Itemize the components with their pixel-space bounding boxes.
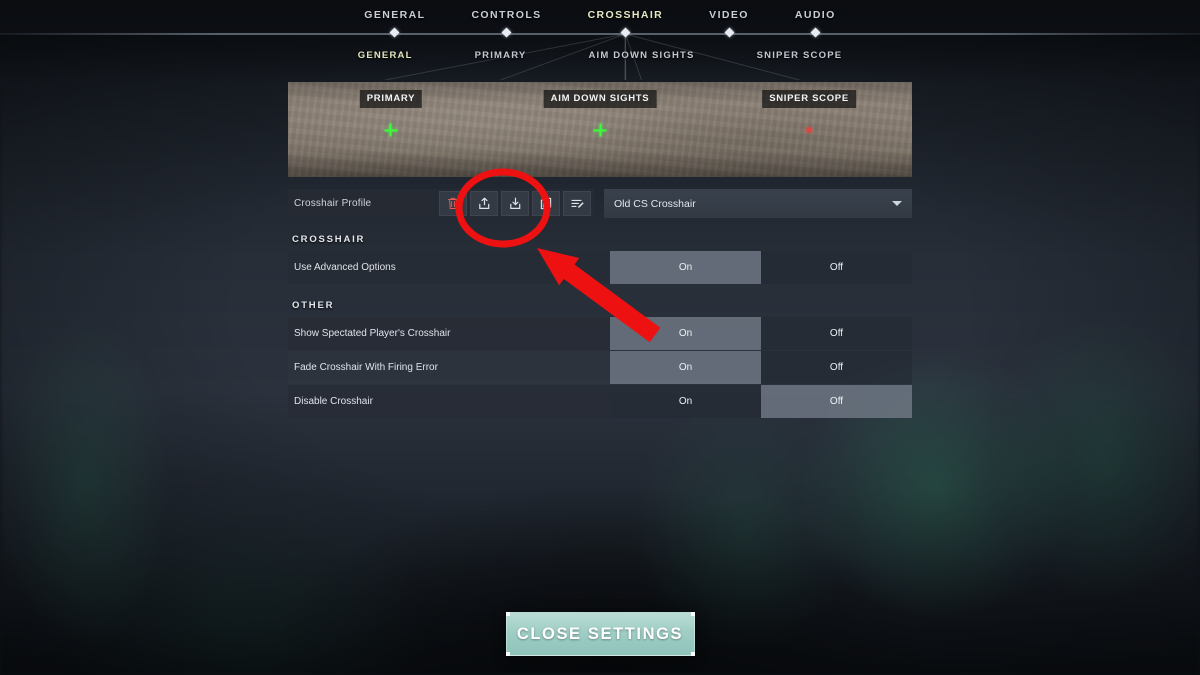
crosshair-preview-green	[384, 123, 398, 137]
profile-selected-value: Old CS Crosshair	[614, 197, 696, 210]
toggle-option-off[interactable]: Off	[761, 385, 912, 418]
setting-row: Disable Crosshair On Off	[288, 385, 912, 418]
toggle-option-on[interactable]: On	[610, 385, 761, 418]
profile-label: Crosshair Profile	[294, 198, 372, 209]
close-settings-button[interactable]: CLOSE SETTINGS	[505, 612, 695, 656]
toggle-option-off[interactable]: Off	[761, 251, 912, 284]
profile-label-and-actions: Crosshair Profile	[288, 189, 594, 218]
crosshair-preview-red-dot	[806, 127, 812, 133]
copy-icon	[540, 197, 552, 210]
toggle-group: On Off	[610, 385, 912, 418]
footer-bar: CLOSE SETTINGS	[0, 612, 1200, 656]
profile-dropdown[interactable]: Old CS Crosshair	[604, 189, 912, 218]
profile-action-buttons	[439, 191, 594, 216]
setting-label: Disable Crosshair	[288, 385, 610, 418]
toggle-group: On Off	[610, 251, 912, 284]
setting-row: Show Spectated Player's Crosshair On Off	[288, 317, 912, 350]
crosshair-preview-green	[593, 123, 607, 137]
toggle-option-off[interactable]: Off	[761, 317, 912, 350]
top-nav-item-audio[interactable]: AUDIO	[795, 9, 836, 21]
section-header-crosshair: CROSSHAIR	[292, 234, 366, 245]
toggle-option-on[interactable]: On	[610, 251, 761, 284]
corner-mark-bottom-right	[690, 652, 695, 656]
corner-mark-top-right	[690, 612, 695, 616]
top-navigation-bar: GENERAL CONTROLS CROSSHAIR VIDEO AUDIO	[0, 0, 1200, 34]
sub-nav-item-general[interactable]: GENERAL	[358, 50, 413, 61]
setting-row: Use Advanced Options On Off	[288, 251, 912, 284]
close-settings-label: CLOSE SETTINGS	[516, 624, 684, 643]
delete-profile-button[interactable]	[439, 191, 467, 216]
export-profile-button[interactable]	[501, 191, 529, 216]
download-icon	[509, 197, 522, 210]
preview-label-sniper-scope: SNIPER SCOPE	[762, 90, 856, 108]
trash-icon	[447, 197, 459, 210]
setting-label: Show Spectated Player's Crosshair	[288, 317, 610, 350]
crosshair-settings-panel: PRIMARY AIM DOWN SIGHTS SNIPER SCOPE Cross…	[288, 82, 912, 419]
rename-profile-button[interactable]	[563, 191, 591, 216]
toggle-option-on[interactable]: On	[610, 351, 761, 384]
setting-label: Use Advanced Options	[288, 251, 610, 284]
upload-icon	[478, 197, 491, 210]
toggle-group: On Off	[610, 351, 912, 384]
sub-nav-item-aim-down-sights[interactable]: AIM DOWN SIGHTS	[588, 50, 694, 61]
toggle-option-off[interactable]: Off	[761, 351, 912, 384]
crosshair-preview-viewport: PRIMARY AIM DOWN SIGHTS SNIPER SCOPE	[288, 82, 912, 177]
settings-sections: CROSSHAIR Use Advanced Options On Off OTHER S…	[288, 234, 912, 418]
top-navigation-items: GENERAL CONTROLS CROSSHAIR VIDEO AUDIO	[0, 9, 1200, 21]
section-header-other: OTHER	[292, 300, 335, 311]
toggle-group: On Off	[610, 317, 912, 350]
sub-nav-item-primary[interactable]: PRIMARY	[475, 50, 527, 61]
edit-list-icon	[570, 198, 584, 210]
corner-mark-bottom-left	[505, 652, 510, 656]
duplicate-profile-button[interactable]	[532, 191, 560, 216]
top-nav-item-video[interactable]: VIDEO	[709, 9, 749, 21]
top-nav-item-controls[interactable]: CONTROLS	[471, 9, 541, 21]
sub-nav-item-sniper-scope[interactable]: SNIPER SCOPE	[757, 50, 843, 61]
top-nav-item-crosshair[interactable]: CROSSHAIR	[588, 9, 664, 21]
crosshair-profile-row: Crosshair Profile Old CS Crosshair	[288, 189, 912, 218]
top-nav-item-general[interactable]: GENERAL	[364, 9, 425, 21]
setting-row: Fade Crosshair With Firing Error On Off	[288, 351, 912, 384]
preview-label-primary: PRIMARY	[359, 90, 423, 108]
import-profile-button[interactable]	[470, 191, 498, 216]
chevron-down-icon	[892, 201, 902, 206]
toggle-option-on[interactable]: On	[610, 317, 761, 350]
navigation-divider-line	[0, 33, 1200, 35]
setting-label: Fade Crosshair With Firing Error	[288, 351, 610, 384]
sub-navigation-items: GENERAL PRIMARY AIM DOWN SIGHTS SNIPER SCOP…	[0, 50, 1200, 61]
corner-mark-top-left	[505, 612, 510, 616]
preview-label-aim-down-sights: AIM DOWN SIGHTS	[543, 90, 657, 108]
